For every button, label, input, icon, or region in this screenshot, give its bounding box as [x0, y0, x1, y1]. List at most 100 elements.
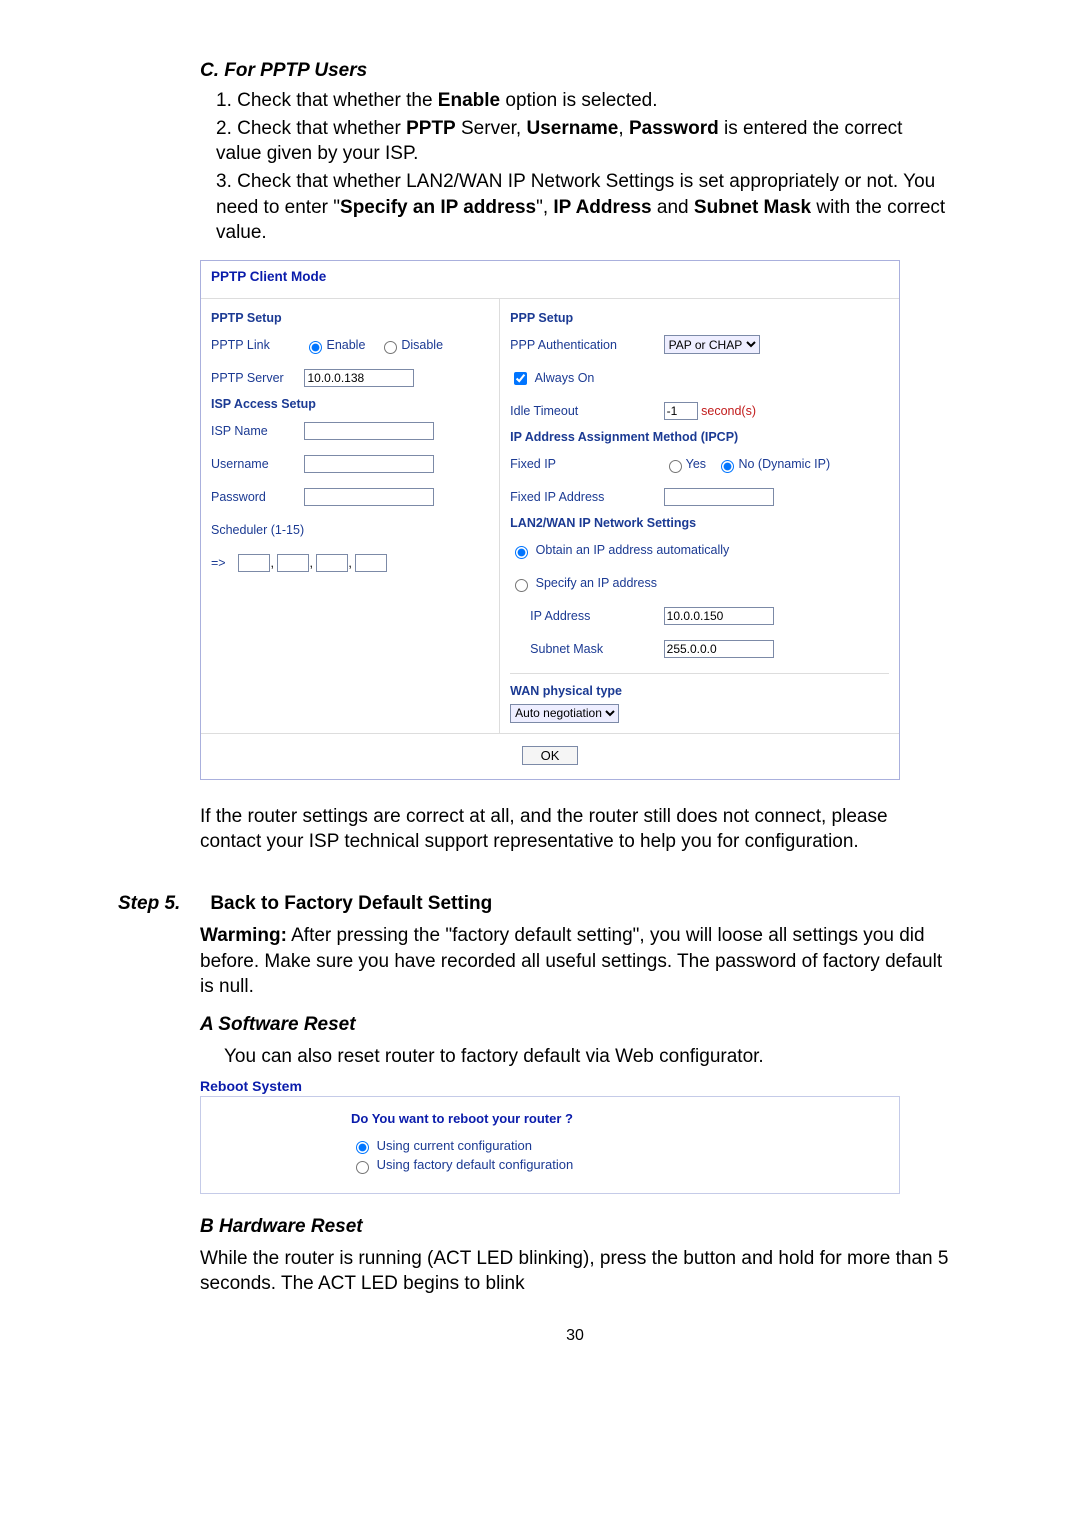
text: Username — [526, 118, 618, 139]
label-arrow: => — [211, 556, 235, 570]
input-fixed-ip-addr[interactable] — [664, 488, 774, 506]
row-subnet-mask: Subnet Mask — [530, 635, 889, 663]
heading-a-reset: A Software Reset — [200, 1014, 950, 1036]
text: option is selected. — [500, 90, 657, 111]
label-idle-timeout: Idle Timeout — [510, 404, 660, 418]
list-item: 1. Check that whether the Enable option … — [216, 88, 950, 114]
label-seconds: second(s) — [701, 404, 756, 418]
label-disable: Disable — [401, 338, 443, 352]
text: Specify an IP address — [340, 197, 536, 218]
row-fixed-ip-addr: Fixed IP Address — [510, 483, 889, 511]
input-sched-4[interactable] — [355, 554, 387, 572]
label-pptp-link: PPTP Link — [211, 338, 301, 352]
label-isp-name: ISP Name — [211, 424, 301, 438]
radio-fixedip-yes[interactable] — [669, 460, 682, 473]
input-pptp-server[interactable] — [304, 369, 414, 387]
label-yes: Yes — [686, 457, 706, 471]
row-specify: Specify an IP address — [510, 569, 889, 597]
text: , — [618, 118, 629, 139]
wan-section: WAN physical type Auto negotiation — [510, 673, 889, 723]
radio-reboot-factory[interactable] — [356, 1161, 369, 1174]
text: PPTP — [406, 118, 456, 139]
reboot-panel: Do You want to reboot your router ? Usin… — [200, 1096, 900, 1194]
document-page: C. For PPTP Users 1. Check that whether … — [0, 0, 1080, 1385]
col-right: PPP Setup PPP Authentication PAP or CHAP… — [500, 299, 899, 733]
input-sched-2[interactable] — [277, 554, 309, 572]
reboot-title: Reboot System — [200, 1078, 950, 1094]
ok-button[interactable]: OK — [522, 746, 579, 765]
text: Password — [629, 118, 719, 139]
label-pptp-server: PPTP Server — [211, 371, 301, 385]
step5-warming: Warming: After pressing the "factory def… — [200, 923, 950, 1000]
a-reset-text: You can also reset router to factory def… — [224, 1044, 950, 1070]
text: Enable — [438, 90, 500, 111]
input-username[interactable] — [304, 455, 434, 473]
b-reset-text: While the router is running (ACT LED bli… — [200, 1246, 950, 1297]
row-ip-address: IP Address — [530, 602, 889, 630]
select-ppp-auth[interactable]: PAP or CHAP — [664, 335, 760, 354]
label-ip-address: IP Address — [530, 609, 660, 623]
input-sched-3[interactable] — [316, 554, 348, 572]
label-enable: Enable — [326, 338, 365, 352]
select-wan-physical[interactable]: Auto negotiation — [510, 704, 619, 723]
panel-body: PPTP Setup PPTP Link Enable Disable PPTP… — [201, 299, 899, 733]
checkbox-always-on[interactable] — [514, 372, 527, 385]
input-sched-1[interactable] — [238, 554, 270, 572]
step5-label: Step 5. — [118, 893, 180, 915]
group-pptp-setup: PPTP Setup — [211, 311, 489, 325]
label-fixed-ip: Fixed IP — [510, 457, 660, 471]
pptp-client-mode-panel: PPTP Client Mode PPTP Setup PPTP Link En… — [200, 260, 900, 780]
text: IP Address — [553, 197, 651, 218]
label-no: No (Dynamic IP) — [738, 457, 830, 471]
heading-b-reset: B Hardware Reset — [200, 1216, 950, 1238]
page-number: 30 — [200, 1327, 950, 1345]
radio-specify-ip[interactable] — [515, 579, 528, 592]
label-password: Password — [211, 490, 301, 504]
after-panel-text: If the router settings are correct at al… — [200, 804, 950, 855]
group-wan-physical: WAN physical type — [510, 684, 889, 698]
step5-title: Back to Factory Default Setting — [210, 893, 492, 915]
text: Subnet Mask — [694, 197, 811, 218]
label-fixed-ip-addr: Fixed IP Address — [510, 490, 660, 504]
input-isp-name[interactable] — [304, 422, 434, 440]
label-specify: Specify an IP address — [536, 576, 657, 590]
reboot-opt1: Using current configuration — [351, 1138, 899, 1155]
row-username: Username — [211, 450, 489, 478]
text: Warming: — [200, 925, 287, 946]
row-obtain: Obtain an IP address automatically — [510, 536, 889, 564]
text: and — [652, 197, 694, 218]
input-idle-timeout[interactable] — [664, 402, 698, 420]
list-item: 2. Check that whether PPTP Server, Usern… — [216, 116, 950, 167]
group-ipcp: IP Address Assignment Method (IPCP) — [510, 430, 889, 444]
group-ppp-setup: PPP Setup — [510, 311, 889, 325]
label-username: Username — [211, 457, 301, 471]
input-subnet-mask[interactable] — [664, 640, 774, 658]
radio-enable[interactable] — [309, 341, 322, 354]
radio-fixedip-no[interactable] — [721, 460, 734, 473]
row-pptp-server: PPTP Server — [211, 364, 489, 392]
label-reboot-current: Using current configuration — [377, 1138, 532, 1153]
row-pptp-link: PPTP Link Enable Disable — [211, 331, 489, 359]
row-scheduler-label: Scheduler (1-15) — [211, 516, 489, 544]
row-always-on: Always On — [510, 364, 889, 392]
panel-footer: OK — [201, 733, 899, 779]
label-obtain: Obtain an IP address automatically — [536, 543, 730, 557]
input-password[interactable] — [304, 488, 434, 506]
list-c: 1. Check that whether the Enable option … — [216, 88, 950, 246]
row-password: Password — [211, 483, 489, 511]
text: Server, — [456, 118, 527, 139]
text: 1. Check that whether the — [216, 90, 438, 111]
radio-disable[interactable] — [384, 341, 397, 354]
list-item: 3. Check that whether LAN2/WAN IP Networ… — [216, 169, 950, 246]
row-ppp-auth: PPP Authentication PAP or CHAP — [510, 331, 889, 359]
col-left: PPTP Setup PPTP Link Enable Disable PPTP… — [201, 299, 500, 733]
label-scheduler: Scheduler (1-15) — [211, 523, 304, 537]
label-subnet-mask: Subnet Mask — [530, 642, 660, 656]
group-isp-access: ISP Access Setup — [211, 397, 489, 411]
radio-reboot-current[interactable] — [356, 1141, 369, 1154]
row-idle-timeout: Idle Timeout second(s) — [510, 397, 889, 425]
reboot-inner: Do You want to reboot your router ? Usin… — [351, 1111, 899, 1174]
panel-title: PPTP Client Mode — [201, 261, 899, 299]
input-ip-address[interactable] — [664, 607, 774, 625]
radio-obtain-auto[interactable] — [515, 546, 528, 559]
